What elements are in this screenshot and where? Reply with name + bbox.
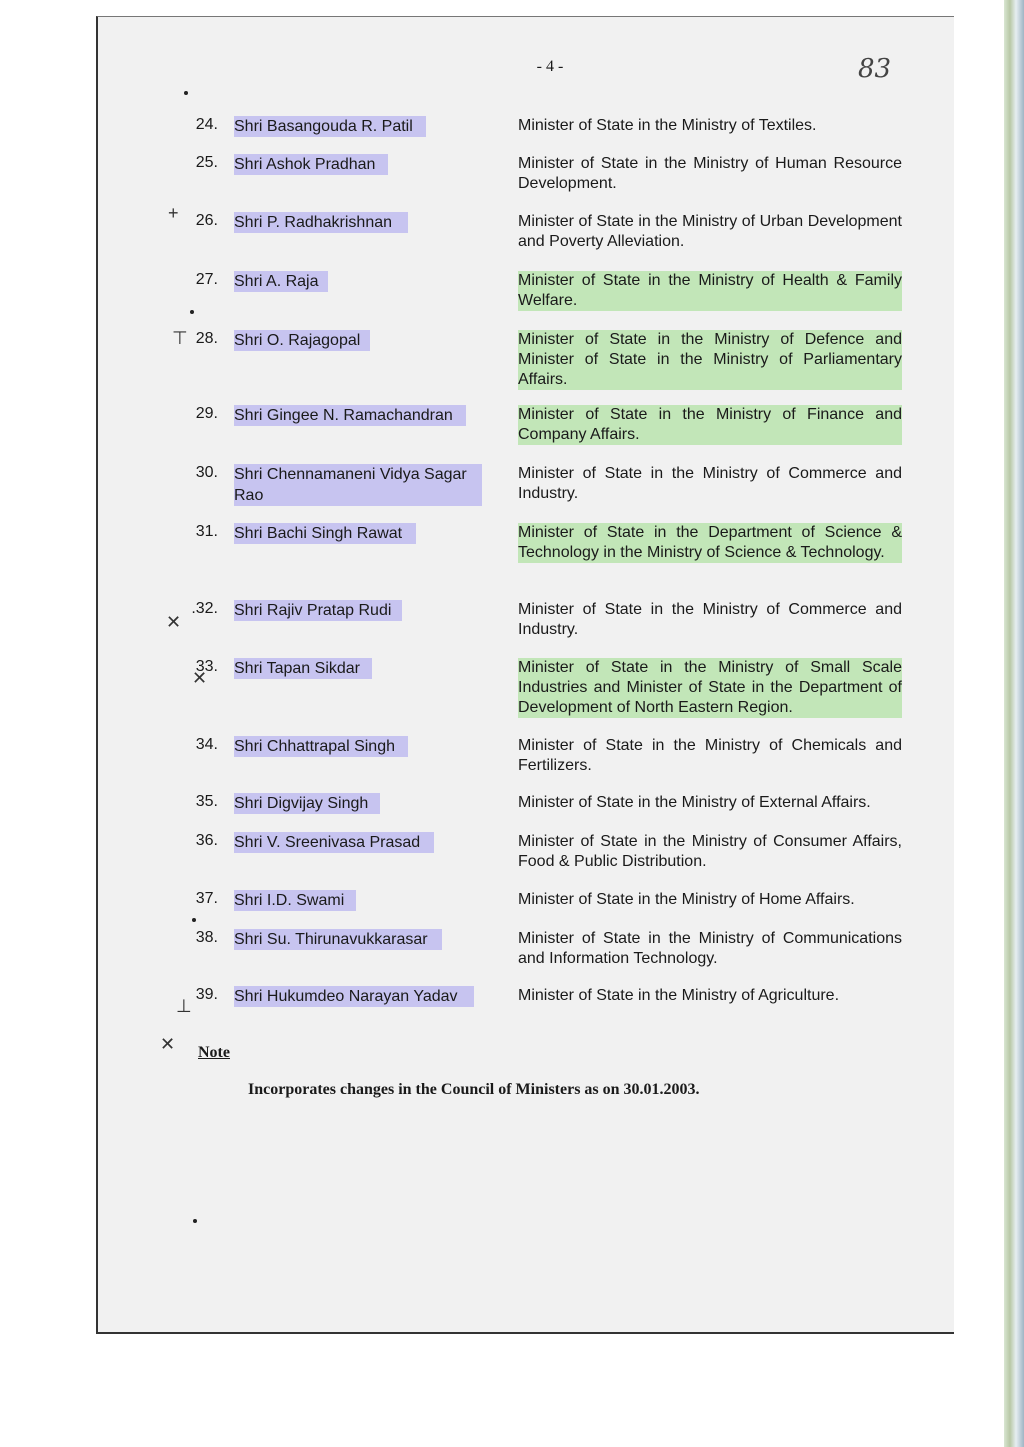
- speck: [184, 91, 188, 95]
- entry-number: 34.: [195, 736, 218, 753]
- speck: [193, 1219, 197, 1223]
- portfolio-description: Minister of State in the Ministry of Ext…: [518, 794, 871, 811]
- minister-name: Shri O. Rajagopal: [234, 330, 370, 351]
- minister-name: Shri Digvijay Singh: [234, 793, 380, 814]
- entry-number: 24.: [195, 116, 218, 133]
- minister-name: Shri Hukumdeo Narayan Yadav: [234, 986, 474, 1007]
- portfolio-description: Minister of State in the Ministry of Def…: [518, 330, 902, 390]
- portfolio-description: Minister of State in the Ministry of Com…: [518, 465, 902, 502]
- entry-number: 33.: [195, 658, 218, 675]
- portfolio-description: Minister of State in the Ministry of Tex…: [518, 117, 817, 134]
- entry-number: .32.: [191, 600, 218, 617]
- note-text: Incorporates changes in the Council of M…: [248, 1081, 700, 1098]
- entry-number: 28.: [195, 330, 218, 347]
- portfolio-description: Minister of State in the Ministry of Com…: [518, 601, 902, 638]
- entry-number: 36.: [195, 832, 218, 849]
- entry-number: 39.: [195, 986, 218, 1003]
- entry-number: 37.: [195, 890, 218, 907]
- minister-name: Shri P. Radhakrishnan: [234, 212, 408, 233]
- minister-name: Shri Bachi Singh Rawat: [234, 523, 416, 544]
- handwritten-folio-number: 83: [858, 54, 892, 84]
- minister-name: Shri A. Raja: [234, 271, 328, 292]
- binding-edge: [1004, 0, 1024, 1447]
- portfolio-description: Minister of State in the Department of S…: [518, 523, 902, 563]
- portfolio-description: Minister of State in the Ministry of Hum…: [518, 155, 902, 192]
- speck: [192, 918, 196, 922]
- minister-name: Shri Chhattrapal Singh: [234, 736, 408, 757]
- pen-mark: ✕: [160, 1034, 176, 1054]
- entry-number: 29.: [195, 405, 218, 422]
- entry-number: 27.: [195, 271, 218, 288]
- portfolio-description: Minister of State in the Ministry of Com…: [518, 930, 902, 967]
- entry-number: 35.: [195, 793, 218, 810]
- minister-name: Shri Gingee N. Ramachandran: [234, 405, 466, 426]
- minister-name: Shri Chennamaneni Vidya Sagar Rao: [234, 464, 482, 506]
- minister-name: Shri Rajiv Pratap Rudi: [234, 600, 402, 621]
- minister-name: Shri Su. Thirunavukkarasar: [234, 929, 442, 950]
- minister-name: Shri V. Sreenivasa Prasad: [234, 832, 434, 853]
- minister-name: Shri I.D. Swami: [234, 890, 356, 911]
- portfolio-description: Minister of State in the Ministry of Hea…: [518, 271, 902, 311]
- speck: [190, 310, 194, 314]
- portfolio-description: Minister of State in the Ministry of Con…: [518, 833, 902, 870]
- entry-number: 25.: [195, 154, 218, 171]
- portfolio-description: Minister of State in the Ministry of Fin…: [518, 405, 902, 445]
- entry-number: 31.: [195, 523, 218, 540]
- portfolio-description: Minister of State in the Ministry of Agr…: [518, 987, 840, 1004]
- portfolio-description: Minister of State in the Ministry of Che…: [518, 737, 902, 774]
- portfolio-description: Minister of State in the Ministry of Hom…: [518, 891, 855, 908]
- portfolio-description: Minister of State in the Ministry of Sma…: [518, 658, 902, 718]
- minister-name: Shri Tapan Sikdar: [234, 658, 372, 679]
- note-heading: Note: [198, 1044, 230, 1061]
- entry-number: 30.: [195, 464, 218, 481]
- portfolio-description: Minister of State in the Ministry of Urb…: [518, 213, 902, 250]
- entry-number: 26.: [195, 212, 218, 229]
- minister-name: Shri Basangouda R. Patil: [234, 116, 426, 137]
- page-number: - 4 -: [536, 58, 564, 75]
- minister-name: Shri Ashok Pradhan: [234, 154, 388, 175]
- entry-number: 38.: [195, 929, 218, 946]
